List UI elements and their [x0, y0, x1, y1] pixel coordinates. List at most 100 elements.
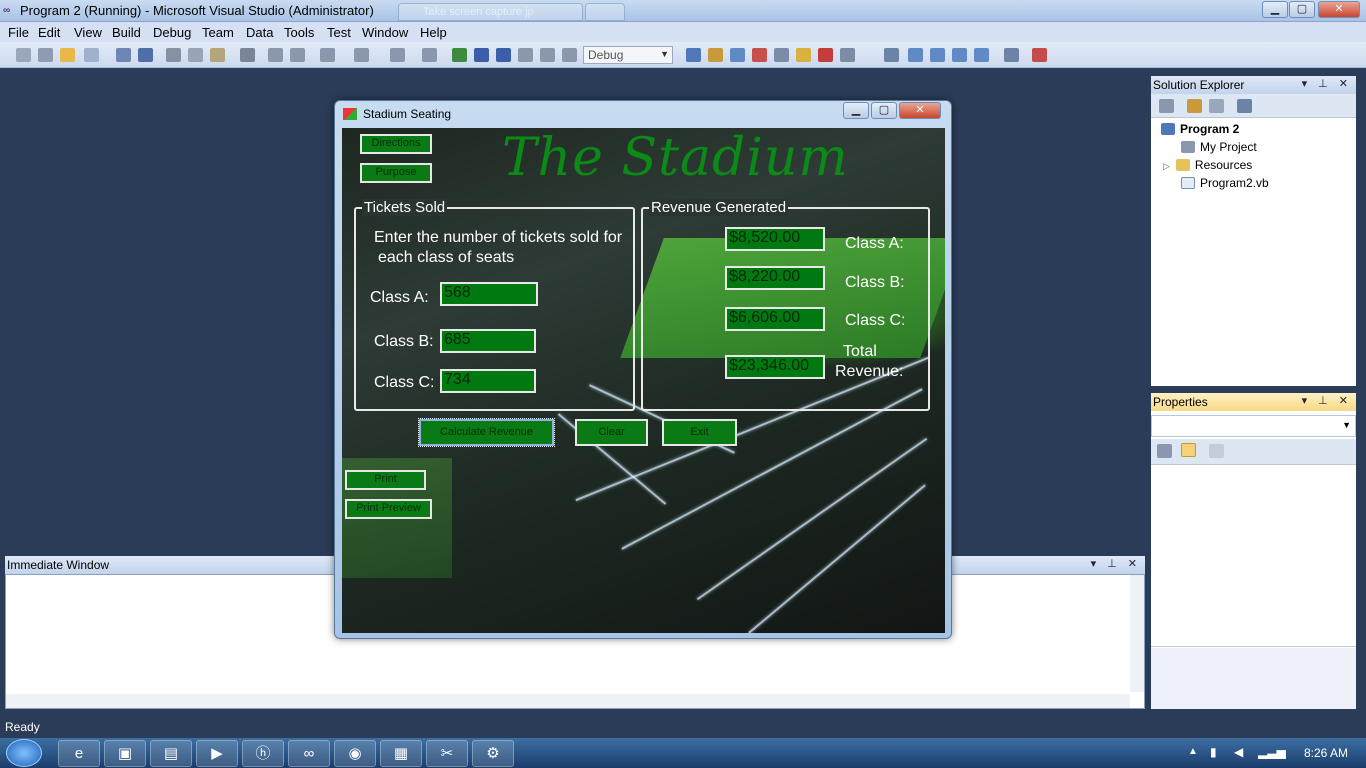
find-icon[interactable] [240, 48, 255, 62]
snipping-tool-icon[interactable]: ✂ [426, 740, 468, 767]
app-maximize-button[interactable]: ▢ [871, 102, 897, 119]
class-c-tickets-input[interactable]: 734 [440, 369, 536, 393]
minimize-button[interactable]: ▁ [1262, 1, 1288, 18]
horizontal-scrollbar[interactable] [6, 694, 1130, 708]
internet-explorer-icon[interactable]: e [58, 740, 100, 767]
redo-icon[interactable] [354, 48, 369, 62]
locals-icon[interactable] [930, 48, 945, 62]
copy-icon[interactable] [188, 48, 203, 62]
file-explorer-icon[interactable]: ▤ [150, 740, 192, 767]
start-orb-icon[interactable] [6, 739, 42, 767]
break-all-icon[interactable] [474, 48, 489, 62]
panel-pin-close-icon[interactable]: ▾ ⊥ ✕ [1302, 394, 1352, 407]
save-icon[interactable] [116, 48, 131, 62]
background-tab[interactable]: Take screen capture jp [398, 3, 583, 21]
output-window-icon[interactable] [840, 48, 855, 62]
signal-icon[interactable]: ▂▃▅ [1258, 745, 1286, 759]
threads-icon[interactable] [974, 48, 989, 62]
menu-debug[interactable]: Debug [153, 25, 191, 40]
class-a-tickets-input[interactable]: 568 [440, 282, 538, 306]
app-minimize-button[interactable]: ▁ [843, 102, 869, 119]
menu-view[interactable]: View [74, 25, 102, 40]
step-icon[interactable] [884, 48, 899, 62]
directions-button[interactable]: Directions [360, 134, 432, 154]
find-in-files-icon[interactable] [686, 48, 701, 62]
clear-button[interactable]: Clear [575, 419, 648, 446]
tree-item-program2-vb[interactable]: Program2.vb [1181, 176, 1269, 190]
toolbox-icon[interactable] [774, 48, 789, 62]
new-project-icon[interactable] [16, 48, 31, 62]
show-all-files-icon[interactable] [1187, 99, 1202, 113]
add-item-icon[interactable] [38, 48, 53, 62]
print-preview-button[interactable]: Print Preview [345, 499, 432, 519]
print-button[interactable]: Print [345, 470, 426, 490]
network-tray-icon[interactable]: ▮ [1210, 745, 1217, 759]
media-player-icon[interactable]: ▶ [196, 740, 238, 767]
categorized-icon[interactable] [1157, 444, 1172, 458]
watch-icon[interactable] [908, 48, 923, 62]
maximize-button[interactable]: ▢ [1289, 1, 1315, 18]
menu-data[interactable]: Data [246, 25, 273, 40]
open-folder-icon[interactable] [60, 48, 75, 62]
hp-icon[interactable]: ⓗ [242, 740, 284, 767]
step-over-icon[interactable] [540, 48, 555, 62]
volume-icon[interactable]: ◀ [1234, 745, 1243, 759]
breakpoints-icon[interactable] [1032, 48, 1047, 62]
show-hidden-icons-icon[interactable]: ▲ [1188, 746, 1198, 757]
expand-arrow-icon[interactable]: ▷ [1163, 161, 1170, 171]
background-tab-2[interactable] [585, 3, 625, 21]
menu-team[interactable]: Team [202, 25, 234, 40]
solution-explorer-icon[interactable] [708, 48, 723, 62]
refresh-icon[interactable] [1209, 99, 1224, 113]
call-stack-icon[interactable] [952, 48, 967, 62]
tree-item-my-project[interactable]: My Project [1181, 140, 1257, 154]
start-debugging-icon[interactable] [452, 48, 467, 62]
menu-help[interactable]: Help [420, 25, 447, 40]
solution-configuration-dropdown[interactable]: Debug ▼ [583, 46, 673, 64]
object-browser-icon[interactable] [752, 48, 767, 62]
class-view-icon[interactable] [796, 48, 811, 62]
object-selector-dropdown[interactable]: ▼ [1151, 415, 1356, 437]
vertical-scrollbar[interactable] [1130, 575, 1144, 692]
menu-window[interactable]: Window [362, 25, 408, 40]
add-new-item-icon[interactable] [84, 48, 99, 62]
tree-item-resources[interactable]: ▷ Resources [1163, 158, 1252, 172]
comment-icon[interactable] [268, 48, 283, 62]
menu-tools[interactable]: Tools [284, 25, 314, 40]
app-icon[interactable]: ▣ [104, 740, 146, 767]
visual-studio-taskbar-icon[interactable]: ∞ [288, 740, 330, 767]
paste-icon[interactable] [210, 48, 225, 62]
panel-pin-close-icon[interactable]: ▾ ⊥ ✕ [1091, 557, 1141, 570]
properties-window-icon[interactable] [730, 48, 745, 62]
view-class-diagram-icon[interactable] [1237, 99, 1252, 113]
stop-debugging-icon[interactable] [496, 48, 511, 62]
taskbar-clock[interactable]: 8:26 AM [1304, 746, 1348, 760]
attach-icon[interactable] [1004, 48, 1019, 62]
purpose-button[interactable]: Purpose [360, 163, 432, 183]
class-b-tickets-input[interactable]: 685 [440, 329, 536, 353]
close-button[interactable]: ✕ [1318, 1, 1360, 18]
menu-edit[interactable]: Edit [38, 25, 60, 40]
properties-icon[interactable] [1159, 99, 1174, 113]
undo-icon[interactable] [320, 48, 335, 62]
menu-file[interactable]: File [8, 25, 29, 40]
property-pages-icon[interactable] [1209, 444, 1224, 458]
navigate-forward-icon[interactable] [422, 48, 437, 62]
navigate-backward-icon[interactable] [390, 48, 405, 62]
menu-build[interactable]: Build [112, 25, 141, 40]
calculate-revenue-button[interactable]: Calculate Revenue [418, 418, 555, 447]
uncomment-icon[interactable] [290, 48, 305, 62]
alphabetical-icon[interactable] [1181, 443, 1196, 457]
app-close-button[interactable]: ✕ [899, 102, 941, 119]
stadium-app-taskbar-icon[interactable]: ▦ [380, 740, 422, 767]
panel-pin-close-icon[interactable]: ▾ ⊥ ✕ [1302, 77, 1352, 90]
step-into-icon[interactable] [518, 48, 533, 62]
error-list-icon[interactable] [818, 48, 833, 62]
step-out-icon[interactable] [562, 48, 577, 62]
chrome-icon[interactable]: ◉ [334, 740, 376, 767]
menu-test[interactable]: Test [327, 25, 351, 40]
cut-icon[interactable] [166, 48, 181, 62]
save-all-icon[interactable] [138, 48, 153, 62]
tree-item-project[interactable]: Program 2 [1161, 122, 1239, 136]
program-taskbar-icon[interactable]: ⚙ [472, 740, 514, 767]
